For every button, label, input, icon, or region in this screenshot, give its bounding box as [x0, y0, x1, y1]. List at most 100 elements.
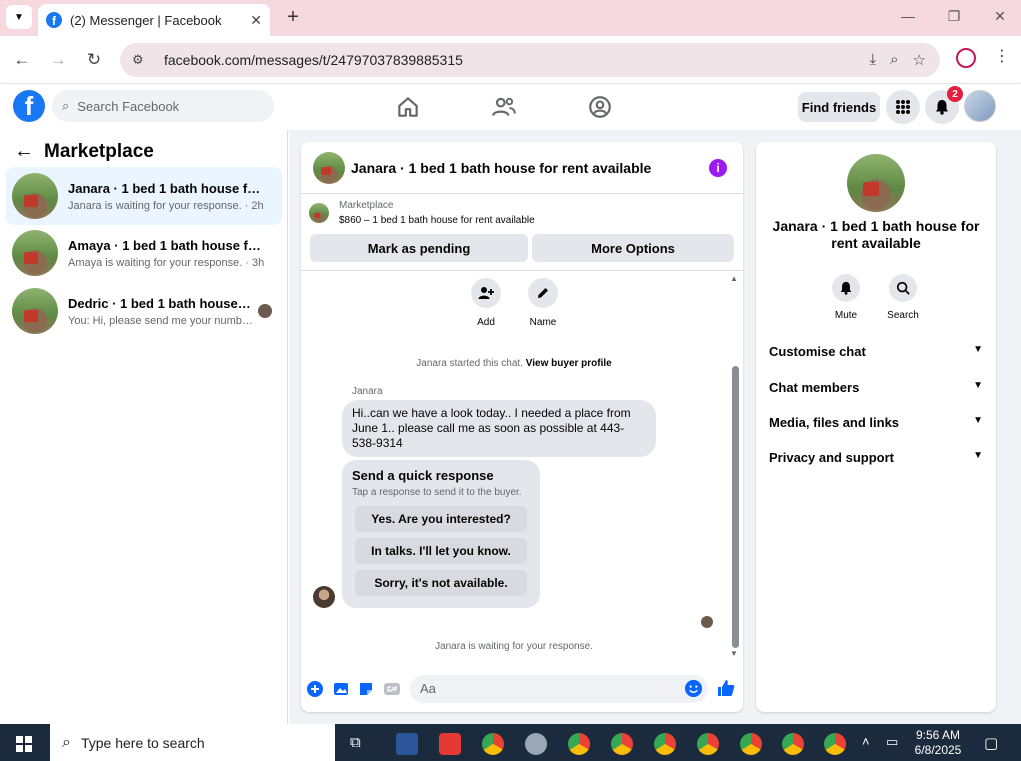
- chrome-profile-icon[interactable]: [654, 733, 676, 755]
- chat-listing-thumbnail[interactable]: [313, 151, 345, 184]
- privacy-support-section[interactable]: Privacy and support ▼: [769, 450, 983, 465]
- groups-icon[interactable]: [587, 94, 613, 120]
- more-actions-plus-icon[interactable]: [306, 680, 324, 698]
- chat-window: Janara · 1 bed 1 bath house for rent ava…: [301, 142, 743, 712]
- new-tab-button[interactable]: +: [282, 6, 304, 28]
- message-input[interactable]: Aa: [410, 675, 708, 703]
- taskbar-clock[interactable]: 9:56 AM 6/8/2025: [908, 728, 968, 758]
- chat-details-panel: Janara · 1 bed 1 bath house for rent ava…: [756, 142, 996, 712]
- account-avatar[interactable]: [964, 90, 996, 122]
- photo-icon[interactable]: [332, 680, 350, 698]
- minimize-button[interactable]: —: [898, 8, 918, 24]
- restore-button[interactable]: ❐: [944, 8, 964, 25]
- quick-reply-not-available-button[interactable]: Sorry, it's not available.: [355, 570, 527, 596]
- add-person-icon: [471, 278, 501, 308]
- info-icon[interactable]: i: [709, 159, 727, 177]
- friends-icon[interactable]: [491, 94, 517, 120]
- chrome-profile-icon[interactable]: [740, 733, 762, 755]
- chevron-down-icon: ▼: [973, 415, 983, 426]
- like-thumb-icon[interactable]: [716, 678, 736, 698]
- back-arrow-icon[interactable]: ←: [14, 140, 34, 163]
- quick-response-subtitle: Tap a response to send it to the buyer.: [352, 487, 522, 498]
- view-buyer-profile-link[interactable]: View buyer profile: [526, 358, 612, 369]
- emoji-icon[interactable]: [685, 680, 702, 697]
- quick-reply-in-talks-button[interactable]: In talks. I'll let you know.: [355, 538, 527, 564]
- pencil-icon: [528, 278, 558, 308]
- browser-tab-strip: ▼ f (2) Messenger | Facebook ✕ + — ❐ ✕: [0, 0, 1021, 36]
- show-hidden-icons-chevron-icon[interactable]: ˄: [862, 734, 870, 749]
- chrome-profile-icon[interactable]: [697, 733, 719, 755]
- quick-reply-interested-button[interactable]: Yes. Are you interested?: [355, 506, 527, 532]
- tab-search-button[interactable]: ▼: [6, 5, 32, 29]
- gif-icon[interactable]: [383, 680, 401, 698]
- address-bar[interactable]: ⚙ facebook.com/messages/t/24797037839885…: [120, 43, 940, 77]
- facebook-header: f ⌕ Search Facebook Find friends 2: [0, 84, 1021, 130]
- site-info-icon[interactable]: ⚙: [132, 52, 150, 68]
- app-icon[interactable]: [439, 733, 461, 755]
- close-window-button[interactable]: ✕: [990, 8, 1010, 25]
- conversation-preview: Amaya is waiting for your response. · 3h: [68, 256, 265, 269]
- close-tab-icon[interactable]: ✕: [250, 12, 262, 29]
- more-options-button[interactable]: More Options: [532, 234, 734, 262]
- browser-tab-messenger[interactable]: f (2) Messenger | Facebook ✕: [38, 4, 270, 36]
- windows-start-icon[interactable]: [16, 736, 32, 752]
- mute-button[interactable]: Mute: [821, 274, 871, 321]
- chat-scrollbar[interactable]: [732, 366, 739, 648]
- browser-menu-icon[interactable]: ⋮: [994, 46, 1010, 66]
- customise-chat-section[interactable]: Customise chat ▼: [769, 344, 983, 359]
- clock-time: 9:56 AM: [915, 728, 961, 742]
- chrome-profile-icon[interactable]: [568, 733, 590, 755]
- scroll-down-arrow-icon[interactable]: ▼: [730, 649, 738, 658]
- conversation-item-amaya[interactable]: Amaya · 1 bed 1 bath house for ren... Am…: [6, 224, 282, 282]
- bookmark-star-icon[interactable]: ☆: [913, 51, 926, 69]
- add-people-button[interactable]: Add: [461, 278, 511, 328]
- install-app-icon[interactable]: ⤓: [870, 51, 877, 69]
- chat-members-section[interactable]: Chat members ▼: [769, 380, 983, 395]
- edit-name-button[interactable]: Name: [518, 278, 568, 328]
- chevron-down-icon: ▼: [973, 344, 983, 355]
- mark-as-pending-button[interactable]: Mark as pending: [310, 234, 528, 262]
- facebook-logo-icon[interactable]: f: [13, 90, 45, 122]
- chrome-profile-icon[interactable]: [611, 733, 633, 755]
- details-title: Janara · 1 bed 1 bath house for rent ava…: [772, 218, 980, 251]
- listing-summary[interactable]: Marketplace $860 – 1 bed 1 bath house fo…: [309, 200, 535, 226]
- chrome-profile-icon[interactable]: [782, 733, 804, 755]
- chat-title[interactable]: Janara · 1 bed 1 bath house for rent ava…: [351, 160, 651, 176]
- home-icon[interactable]: [395, 94, 421, 120]
- media-files-links-section[interactable]: Media, files and links ▼: [769, 415, 983, 430]
- word-icon[interactable]: [396, 733, 418, 755]
- chrome-profile-icon[interactable]: [824, 733, 846, 755]
- notification-center-icon[interactable]: ▢: [984, 734, 998, 752]
- forward-button[interactable]: →: [46, 48, 70, 72]
- message-bubble: Hi..can we have a look today.. I needed …: [342, 400, 656, 457]
- tab-title: (2) Messenger | Facebook: [70, 12, 222, 28]
- network-icon[interactable]: ▭: [886, 734, 898, 750]
- find-friends-button[interactable]: Find friends: [798, 92, 880, 122]
- profile-icon[interactable]: [956, 48, 976, 68]
- menu-grid-button[interactable]: [886, 90, 920, 124]
- conversation-item-dedric[interactable]: Dedric · 1 bed 1 bath house for r... You…: [6, 282, 282, 340]
- chat-started-notice: Janara started this chat. View buyer pro…: [301, 358, 727, 369]
- listing-thumbnail: [12, 230, 58, 276]
- taskbar-search-box[interactable]: ⌕ Type here to search: [50, 724, 335, 761]
- app-icon[interactable]: [525, 733, 547, 755]
- conversation-item-janara[interactable]: Janara · 1 bed 1 bath house for ren... J…: [6, 167, 282, 225]
- scroll-up-arrow-icon[interactable]: ▲: [730, 274, 738, 283]
- task-view-icon[interactable]: ⧉: [350, 734, 361, 751]
- back-button[interactable]: ←: [10, 48, 34, 72]
- sidebar-title: Marketplace: [44, 140, 154, 162]
- browser-toolbar: ← → ↻ ⚙ facebook.com/messages/t/24797037…: [0, 36, 1021, 84]
- zoom-icon[interactable]: ⌕: [890, 51, 898, 69]
- details-listing-thumbnail[interactable]: [847, 154, 905, 212]
- facebook-search-input[interactable]: ⌕ Search Facebook: [52, 90, 274, 122]
- listing-thumbnail: [12, 173, 58, 219]
- sticker-icon[interactable]: [357, 680, 375, 698]
- chrome-icon[interactable]: [482, 733, 504, 755]
- section-label: Chat members: [769, 380, 860, 395]
- search-label: Search: [887, 310, 919, 321]
- buyer-avatar[interactable]: [313, 586, 335, 608]
- search-in-chat-button[interactable]: Search: [878, 274, 928, 321]
- search-icon: ⌕: [62, 98, 70, 113]
- search-placeholder: Search Facebook: [77, 98, 180, 114]
- reload-button[interactable]: ↻: [82, 48, 106, 72]
